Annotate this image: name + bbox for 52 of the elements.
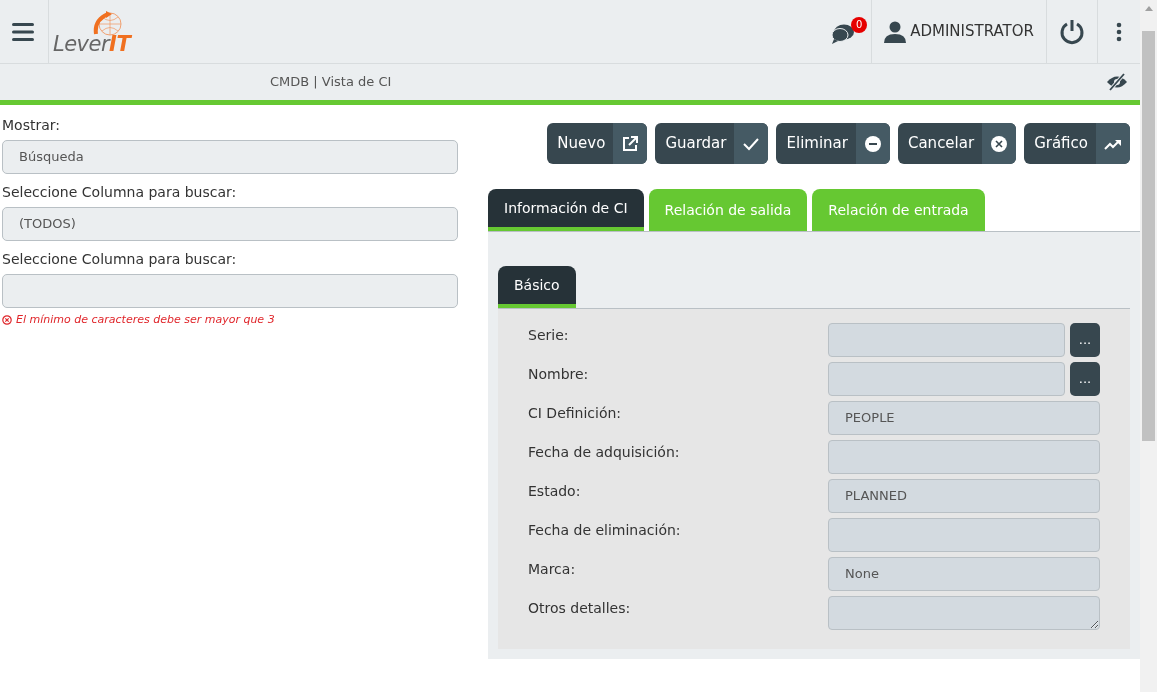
breadcrumb: CMDB | Vista de CI	[270, 73, 392, 92]
minus-circle-icon	[864, 135, 881, 152]
power-button[interactable]	[1059, 18, 1085, 45]
menu-icon	[12, 22, 36, 42]
search-field[interactable]	[2, 274, 458, 308]
select-field[interactable]: PLANNED	[828, 479, 1100, 513]
field-label: Seleccione Columna para buscar:	[2, 250, 238, 269]
select-field[interactable]: PEOPLE	[828, 401, 1100, 435]
logo-text: LeverIT	[53, 32, 131, 55]
notification-badge: 0	[851, 16, 868, 33]
input-field[interactable]	[828, 596, 1100, 630]
input-field[interactable]	[828, 518, 1100, 552]
field-label: Seleccione Columna para buscar:	[2, 183, 238, 202]
user-menu-button[interactable]: ADMINISTRATOR	[884, 20, 1034, 43]
user-icon	[884, 20, 907, 43]
external-link-icon	[622, 135, 639, 152]
input-field[interactable]	[828, 323, 1065, 357]
action-button[interactable]: Cancelar	[897, 123, 1017, 164]
error-icon	[2, 315, 12, 326]
error-message: El mínimo de caracteres debe ser mayor que 3	[16, 312, 275, 328]
action-button[interactable]: Guardar	[655, 123, 769, 164]
tab[interactable]: Básico	[498, 266, 576, 308]
scrollbar-thumb[interactable]	[1142, 31, 1155, 441]
field-label: Nombre:	[528, 365, 590, 384]
lookup-button[interactable]: ...	[1070, 323, 1100, 357]
field-label: Serie:	[528, 326, 570, 345]
logo-drawing	[93, 8, 123, 37]
action-button[interactable]: Gráfico	[1024, 123, 1130, 164]
action-button[interactable]: Eliminar	[776, 123, 890, 164]
field-label: Fecha de eliminación:	[528, 521, 682, 540]
field-label: Fecha de adquisición:	[528, 443, 681, 462]
power-icon	[1059, 18, 1085, 45]
chat-icon[interactable]	[831, 22, 856, 45]
hide-icon[interactable]	[1106, 73, 1128, 91]
field-label: CI Definición:	[528, 404, 623, 423]
field-label: Marca:	[528, 560, 577, 579]
display-select[interactable]: Búsqueda	[2, 140, 458, 174]
column-select[interactable]: (TODOS)	[2, 207, 458, 241]
lookup-button[interactable]: ...	[1070, 362, 1100, 396]
field-label: Estado:	[528, 482, 582, 501]
tab[interactable]: Información de CI	[488, 189, 644, 231]
close-circle-icon	[991, 135, 1008, 152]
trend-icon	[1104, 137, 1122, 150]
more-icon	[1116, 22, 1122, 42]
check-icon	[743, 136, 760, 151]
input-field[interactable]	[828, 362, 1065, 396]
field-label: Mostrar:	[2, 116, 61, 135]
scroll-up-icon[interactable]	[1144, 6, 1153, 11]
select-field[interactable]: None	[828, 557, 1100, 591]
input-field[interactable]	[828, 440, 1100, 474]
action-button[interactable]: Nuevo	[547, 123, 648, 164]
field-label: Otros detalles:	[528, 599, 632, 618]
